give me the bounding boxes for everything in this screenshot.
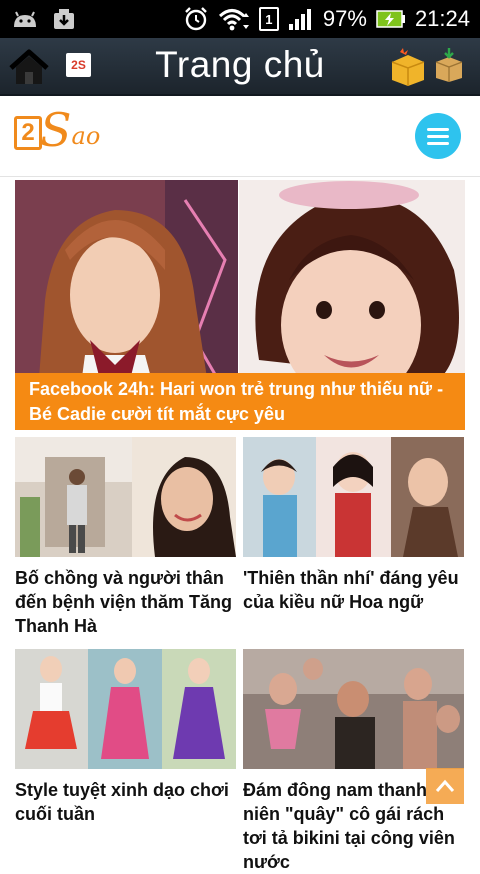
box-download-icon[interactable]: [434, 48, 464, 82]
battery-charging-icon: [376, 10, 405, 28]
download-icon: [54, 9, 74, 29]
clock: 21:24: [414, 6, 470, 31]
app-bar: 2S Trang chủ: [0, 38, 480, 96]
article-title[interactable]: 'Thiên thần nhí' đáng yêu của kiều nữ Ho…: [243, 566, 464, 614]
article-card[interactable]: 'Thiên thần nhí' đáng yêu của kiều nữ Ho…: [243, 437, 464, 614]
hero-article[interactable]: Facebook 24h: Hari won trẻ trung như thi…: [15, 180, 465, 430]
status-bar: 1 97% 21:24: [0, 0, 480, 38]
signal-icon: [288, 9, 311, 30]
article-card[interactable]: Đám đông nam thanh niên "quây" cô gái rá…: [243, 649, 464, 874]
logo-number: 2: [14, 116, 42, 150]
article-title[interactable]: Bố chồng và người thân đến bệnh viện thă…: [15, 566, 236, 638]
android-icon: [14, 11, 36, 27]
gift-box-icon[interactable]: [390, 46, 426, 86]
article-title[interactable]: Style tuyệt xinh dạo chơi cuối tuần: [15, 778, 236, 826]
alarm-icon: [185, 7, 207, 31]
article-thumbnail: [15, 437, 236, 557]
site-logo[interactable]: 2 S ao: [14, 103, 101, 157]
wifi-icon: [218, 9, 249, 31]
article-thumbnail: [15, 649, 236, 769]
logo-text: ao: [71, 122, 101, 150]
site-header: 2 S ao: [0, 96, 480, 177]
article-thumbnail: [243, 437, 464, 557]
scroll-to-top-button[interactable]: [426, 768, 464, 804]
article-card[interactable]: Style tuyệt xinh dạo chơi cuối tuần: [15, 649, 236, 826]
logo-s: S: [40, 103, 72, 157]
sim-indicator: 1: [258, 7, 279, 31]
battery-percent: 97%: [322, 6, 367, 31]
hero-caption[interactable]: Facebook 24h: Hari won trẻ trung như thi…: [15, 373, 465, 430]
article-thumbnail: [243, 649, 464, 769]
arrow-up-icon: [435, 779, 455, 792]
article-card[interactable]: Bố chồng và người thân đến bệnh viện thă…: [15, 437, 236, 638]
hamburger-menu-icon[interactable]: [415, 113, 461, 159]
